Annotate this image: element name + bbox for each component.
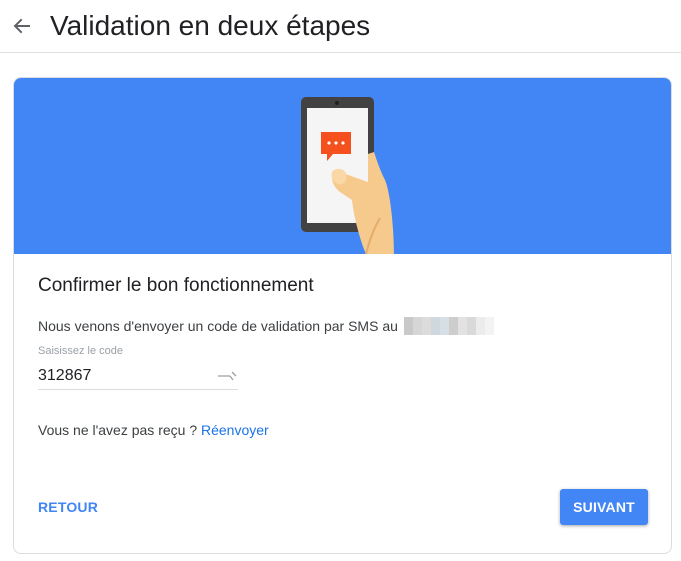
- phone-sms-illustration: [301, 97, 394, 254]
- next-button[interactable]: SUIVANT: [560, 489, 648, 525]
- sms-info: Nous venons d'envoyer un code de validat…: [38, 316, 494, 336]
- sms-info-text: Nous venons d'envoyer un code de validat…: [38, 318, 398, 334]
- key-icon[interactable]: [216, 368, 238, 384]
- resend-prompt: Vous ne l'avez pas reçu ?: [38, 422, 201, 438]
- banner-illustration: [14, 78, 671, 254]
- masked-phone-number: [403, 317, 494, 335]
- resend-link[interactable]: Réenvoyer: [201, 422, 269, 438]
- code-field: Saisissez le code: [38, 344, 238, 398]
- section-title: Confirmer le bon fonctionnement: [38, 275, 314, 296]
- resend-line: Vous ne l'avez pas reçu ? Réenvoyer: [38, 420, 269, 440]
- code-field-label: Saisissez le code: [38, 345, 123, 357]
- arrow-back-icon[interactable]: [8, 12, 36, 40]
- verification-card: Confirmer le bon fonctionnement Nous ven…: [13, 77, 672, 554]
- top-bar: Validation en deux étapes: [0, 0, 681, 53]
- page-title: Validation en deux étapes: [50, 10, 371, 41]
- back-button[interactable]: RETOUR: [38, 498, 98, 516]
- code-input[interactable]: [38, 362, 238, 390]
